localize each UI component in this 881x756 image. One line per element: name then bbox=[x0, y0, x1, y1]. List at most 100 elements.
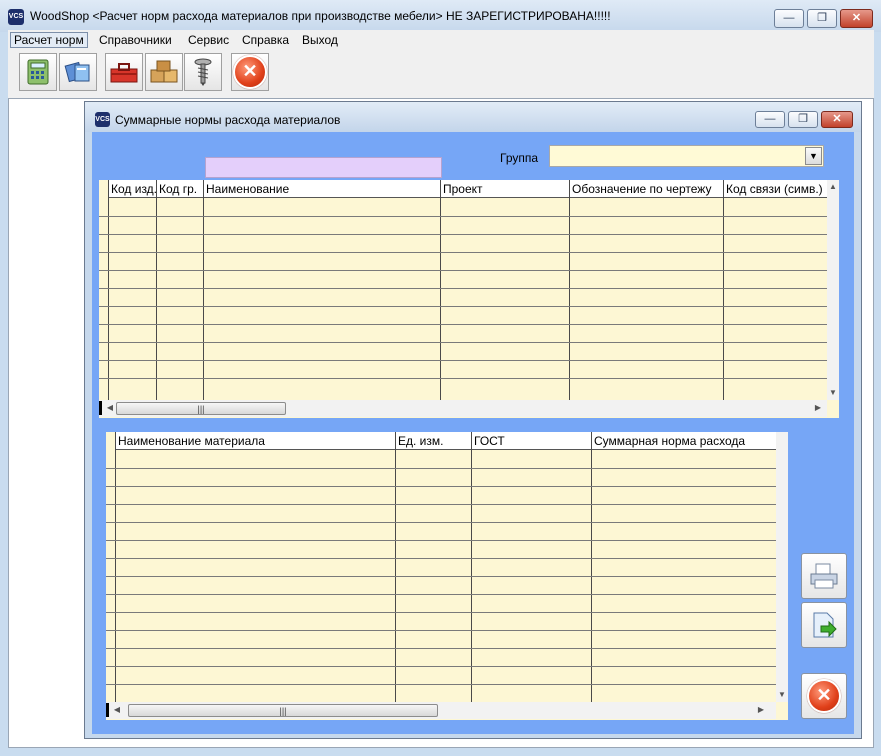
table-row[interactable] bbox=[99, 270, 827, 271]
toolbar-books-button[interactable] bbox=[59, 53, 97, 91]
table-row[interactable] bbox=[99, 216, 827, 217]
table-row[interactable] bbox=[106, 486, 776, 487]
table-row[interactable] bbox=[106, 576, 776, 577]
scroll-down-arrow-icon[interactable]: ▼ bbox=[776, 690, 788, 699]
menu-bar: Расчет норм Справочники Сервис Справка В… bbox=[8, 30, 874, 50]
table-row[interactable] bbox=[99, 306, 827, 307]
close-window-button[interactable]: ✕ bbox=[840, 9, 873, 28]
table-row[interactable] bbox=[106, 522, 776, 523]
app-icon: VCS bbox=[8, 9, 24, 25]
table-row[interactable] bbox=[99, 234, 827, 235]
group-dropdown-button[interactable]: ▼ bbox=[805, 147, 822, 165]
scrollbar-marker bbox=[106, 703, 109, 717]
column-divider bbox=[203, 180, 204, 400]
toolbar-calculator-button[interactable] bbox=[19, 53, 57, 91]
table-row[interactable] bbox=[99, 252, 827, 253]
calculator-icon bbox=[27, 59, 49, 85]
main-window-titlebar[interactable]: VCS WoodShop <Расчет норм расхода матери… bbox=[0, 0, 881, 32]
column-header-gost[interactable]: ГОСТ bbox=[472, 432, 592, 450]
table-row[interactable] bbox=[106, 648, 776, 649]
search-input[interactable] bbox=[205, 157, 442, 178]
column-header-drawing-designation[interactable]: Обозначение по чертежу bbox=[570, 180, 724, 198]
column-divider bbox=[591, 432, 592, 702]
table-row[interactable] bbox=[106, 504, 776, 505]
menu-item-calculation[interactable]: Расчет норм bbox=[10, 32, 88, 48]
group-combobox[interactable]: ▼ bbox=[549, 145, 824, 167]
toolbar-close-button[interactable]: ✕ bbox=[231, 53, 269, 91]
scroll-thumb[interactable]: ||| bbox=[116, 402, 286, 415]
column-header-unit[interactable]: Ед. изм. bbox=[396, 432, 472, 450]
close-icon: ✕ bbox=[233, 55, 267, 89]
table-row[interactable] bbox=[106, 540, 776, 541]
table-row[interactable] bbox=[106, 666, 776, 667]
maximize-button[interactable]: ❐ bbox=[807, 9, 837, 28]
toolbox-icon bbox=[110, 63, 138, 83]
toolbar-boxes-button[interactable] bbox=[145, 53, 183, 91]
child-window-titlebar[interactable]: VCS Суммарные нормы расхода материалов —… bbox=[85, 102, 861, 132]
group-label: Группа bbox=[500, 151, 539, 165]
scroll-left-arrow-icon[interactable]: ◀ bbox=[112, 705, 122, 714]
minimize-icon: — bbox=[783, 12, 795, 24]
child-client-area: Группа ▼ Код изд. Код гр. Наименование П… bbox=[92, 132, 854, 734]
table-row[interactable] bbox=[99, 288, 827, 289]
products-vertical-scrollbar[interactable]: ▲ ▼ bbox=[827, 180, 839, 400]
table-row[interactable] bbox=[106, 630, 776, 631]
materials-row-indicator-column bbox=[106, 432, 116, 702]
scrollbar-marker bbox=[99, 401, 102, 415]
scroll-thumb[interactable]: ||| bbox=[128, 704, 438, 717]
scroll-right-arrow-icon[interactable]: ▶ bbox=[756, 705, 766, 714]
column-header-group-code[interactable]: Код гр. bbox=[157, 180, 204, 198]
scroll-right-arrow-icon[interactable]: ▶ bbox=[813, 403, 823, 412]
child-minimize-button[interactable]: — bbox=[755, 111, 785, 128]
materials-table[interactable]: Наименование материала Ед. изм. ГОСТ Сум… bbox=[106, 432, 788, 720]
toolbar-screw-button[interactable] bbox=[184, 53, 222, 91]
child-close-button[interactable]: ✕ bbox=[821, 111, 853, 128]
table-row[interactable] bbox=[99, 360, 827, 361]
minimize-button[interactable]: — bbox=[774, 9, 804, 28]
table-row[interactable] bbox=[99, 378, 827, 379]
table-row[interactable] bbox=[106, 594, 776, 595]
chevron-down-icon: ▼ bbox=[809, 151, 818, 161]
column-divider bbox=[440, 180, 441, 400]
materials-table-header: Наименование материала Ед. изм. ГОСТ Сум… bbox=[106, 432, 776, 450]
column-divider bbox=[156, 180, 157, 400]
table-row[interactable] bbox=[106, 558, 776, 559]
child-window-title: Суммарные нормы расхода материалов bbox=[115, 113, 341, 127]
child-app-icon: VCS bbox=[95, 112, 110, 127]
books-icon bbox=[64, 61, 90, 83]
restore-icon: ❐ bbox=[798, 113, 808, 125]
toolbar-toolbox-button[interactable] bbox=[105, 53, 143, 91]
table-row[interactable] bbox=[106, 684, 776, 685]
products-table[interactable]: Код изд. Код гр. Наименование Проект Обо… bbox=[99, 180, 839, 418]
menu-item-service[interactable]: Сервис bbox=[185, 32, 232, 48]
column-divider bbox=[569, 180, 570, 400]
column-header-material-name[interactable]: Наименование материала bbox=[116, 432, 396, 450]
table-row[interactable] bbox=[99, 342, 827, 343]
scroll-left-arrow-icon[interactable]: ◀ bbox=[105, 403, 115, 412]
column-header-product-code[interactable]: Код изд. bbox=[109, 180, 157, 198]
menu-item-exit[interactable]: Выход bbox=[299, 32, 341, 48]
export-button[interactable] bbox=[801, 602, 847, 648]
table-row[interactable] bbox=[99, 324, 827, 325]
column-header-project[interactable]: Проект bbox=[441, 180, 570, 198]
menu-item-help[interactable]: Справка bbox=[239, 32, 292, 48]
close-form-button[interactable]: ✕ bbox=[801, 673, 847, 719]
products-horizontal-scrollbar[interactable]: ◀ ||| ▶ bbox=[99, 400, 827, 417]
menu-item-references[interactable]: Справочники bbox=[96, 32, 175, 48]
materials-horizontal-scrollbar[interactable]: ◀ ||| ▶ bbox=[106, 702, 776, 719]
products-table-header: Код изд. Код гр. Наименование Проект Обо… bbox=[99, 180, 827, 198]
table-row[interactable] bbox=[106, 612, 776, 613]
scroll-down-arrow-icon[interactable]: ▼ bbox=[827, 388, 839, 397]
window-title: WoodShop <Расчет норм расхода материалов… bbox=[30, 9, 611, 23]
table-row[interactable] bbox=[106, 468, 776, 469]
column-header-link-code[interactable]: Код связи (симв.) bbox=[724, 180, 827, 198]
column-header-total-norm[interactable]: Суммарная норма расхода bbox=[592, 432, 776, 450]
material-norms-window: VCS Суммарные нормы расхода материалов —… bbox=[84, 101, 862, 739]
scroll-up-arrow-icon[interactable]: ▲ bbox=[827, 182, 839, 191]
close-icon: ✕ bbox=[807, 679, 841, 713]
minimize-icon: — bbox=[764, 113, 776, 125]
print-button[interactable] bbox=[801, 553, 847, 599]
column-header-name[interactable]: Наименование bbox=[204, 180, 441, 198]
materials-vertical-scrollbar[interactable]: ▼ bbox=[776, 432, 788, 702]
child-maximize-button[interactable]: ❐ bbox=[788, 111, 818, 128]
